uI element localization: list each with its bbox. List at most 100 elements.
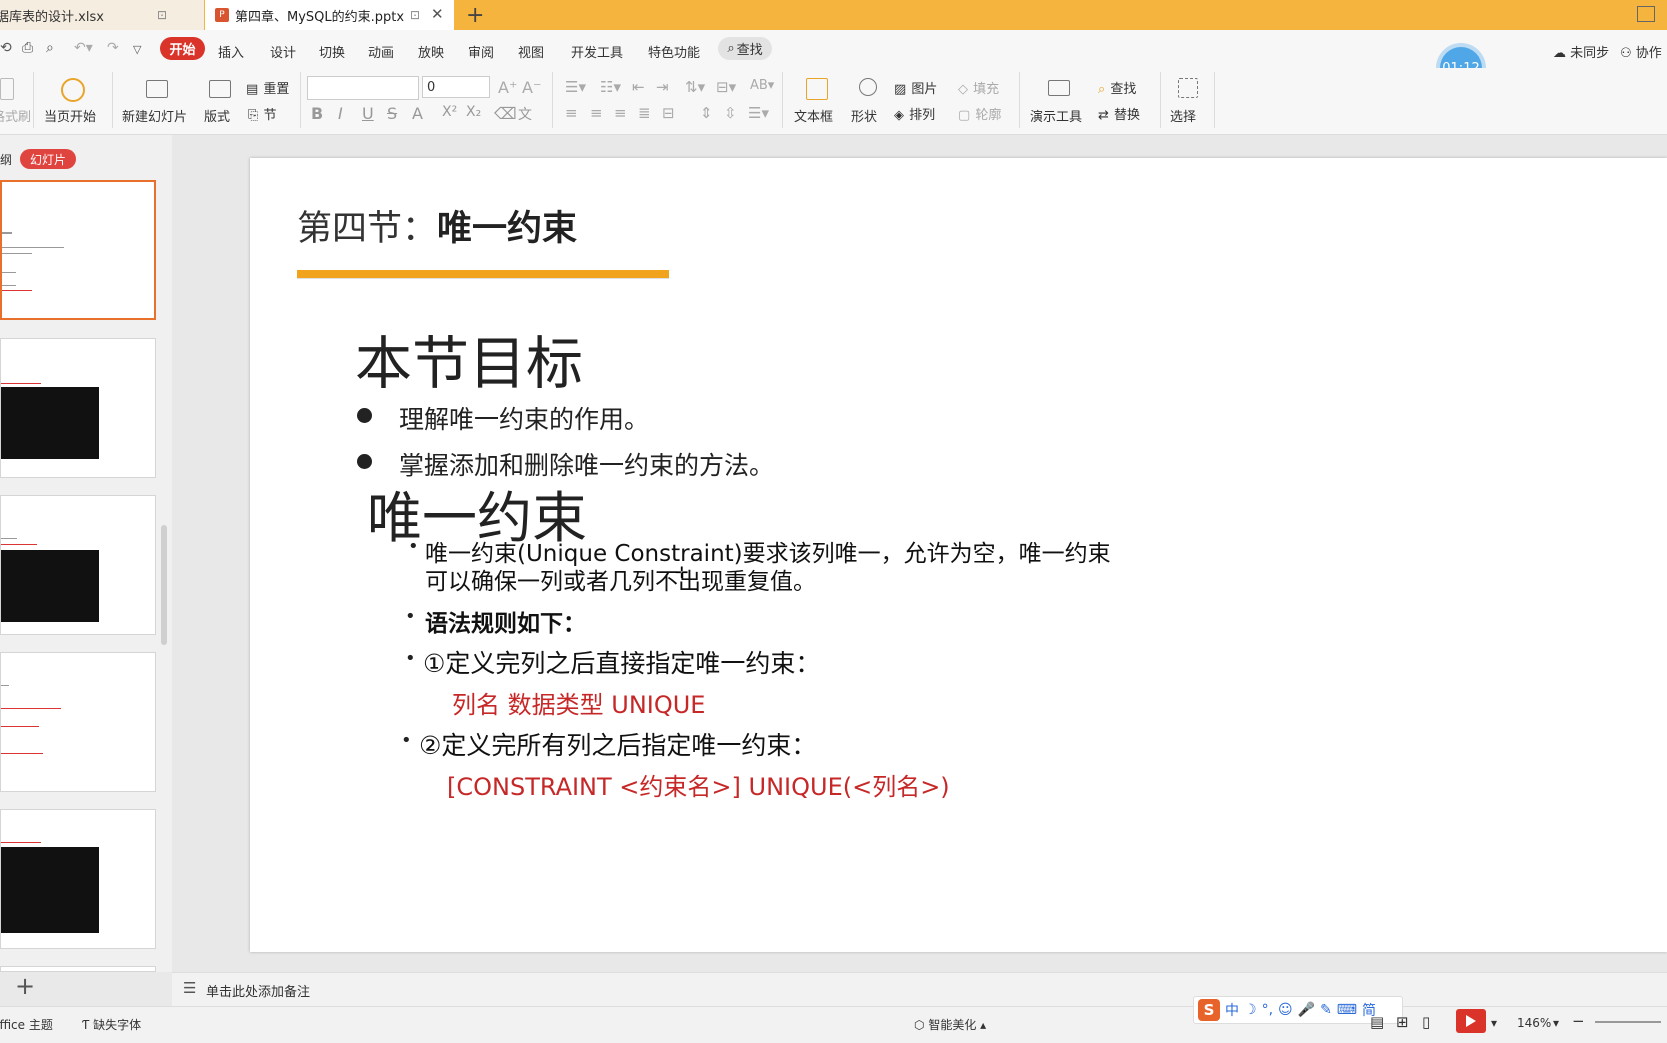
- menu-tab-developer[interactable]: 开发工具: [571, 42, 623, 61]
- ime-mode-chinese[interactable]: 中: [1225, 1000, 1239, 1020]
- presentation-tools-button[interactable]: 演示工具: [1028, 76, 1088, 126]
- font-size-select[interactable]: 0: [422, 76, 490, 98]
- zoom-chevron-icon[interactable]: ▾: [1553, 1016, 1559, 1030]
- layout-button[interactable]: 版式: [202, 76, 236, 126]
- replace-button[interactable]: ⇄ 替换: [1098, 104, 1154, 124]
- sorter-view-icon[interactable]: ⊞: [1396, 1013, 1409, 1031]
- pin-icon[interactable]: ⊡: [410, 8, 420, 22]
- fill-button[interactable]: ◇ 填充: [958, 78, 1014, 98]
- rule-1[interactable]: ①定义完列之后直接指定唯一约束：: [423, 644, 820, 680]
- slide-thumbnail-1[interactable]: [0, 180, 156, 320]
- keyboard-icon[interactable]: ⌨: [1337, 1002, 1357, 1018]
- zoom-level[interactable]: 146%: [1517, 1016, 1551, 1030]
- new-slide-button[interactable]: 新建幻灯片: [120, 76, 192, 126]
- add-slide-button[interactable]: +: [15, 972, 35, 1000]
- slide-thumbnail-3[interactable]: [0, 495, 156, 635]
- font-color-button[interactable]: A: [412, 104, 423, 123]
- print-icon[interactable]: ⎙: [22, 40, 33, 56]
- thumbnail-scrollbar[interactable]: [161, 525, 167, 645]
- syntax-heading[interactable]: 语法规则如下：: [425, 604, 586, 638]
- align-center-icon[interactable]: ≡: [590, 104, 603, 122]
- pin-icon[interactable]: ⊡: [157, 8, 167, 22]
- underline-button[interactable]: U: [362, 104, 374, 123]
- print-preview-icon[interactable]: ⌕: [46, 40, 54, 56]
- theme-label[interactable]: Office 主题: [0, 1016, 53, 1033]
- emoji-icon[interactable]: ☺: [1278, 1002, 1293, 1018]
- goals-heading[interactable]: 本节目标: [355, 318, 583, 400]
- reading-view-icon[interactable]: ▯: [1422, 1013, 1430, 1031]
- punctuation-icon[interactable]: °,: [1262, 1002, 1273, 1018]
- smart-beautify-button[interactable]: ⬡ 智能美化 ▴: [914, 1016, 986, 1033]
- notes-placeholder[interactable]: 单击此处添加备注: [206, 981, 310, 1000]
- bold-button[interactable]: B: [311, 104, 323, 123]
- reset-button[interactable]: ▤ 重置: [246, 78, 296, 98]
- align-right-icon[interactable]: ≡: [614, 104, 627, 122]
- description-line-2[interactable]: 可以确保一列或者几列不出现重复值。: [425, 562, 816, 596]
- numbered-list-icon[interactable]: ☷▾: [600, 78, 621, 96]
- cloud-sync-status[interactable]: ☁ 未同步: [1553, 42, 1609, 61]
- moon-icon[interactable]: ☽: [1244, 1002, 1257, 1018]
- arrange-button[interactable]: ◈ 排列: [894, 104, 952, 124]
- tab-ppt-file[interactable]: P 第四章、MySQL的约束.pptx ⊡ ✕: [205, 0, 454, 30]
- decrease-font-icon[interactable]: A⁻: [522, 78, 541, 97]
- line-spacing-options-icon[interactable]: ☰▾: [748, 104, 769, 122]
- slideshow-play-button[interactable]: [1456, 1009, 1486, 1033]
- italic-button[interactable]: I: [338, 104, 343, 123]
- undo-history-icon[interactable]: ⟲: [0, 40, 12, 56]
- format-painter-button[interactable]: 格式刷: [0, 76, 31, 126]
- normal-view-icon[interactable]: ▤: [1370, 1013, 1384, 1031]
- select-button[interactable]: 选择: [1168, 76, 1208, 126]
- search-button[interactable]: ⌕ 查找: [718, 37, 772, 60]
- zoom-slider[interactable]: [1595, 1021, 1661, 1023]
- menu-tab-view[interactable]: 视图: [518, 42, 544, 61]
- menu-tab-review[interactable]: 审阅: [468, 42, 494, 61]
- textbox-button[interactable]: 文本框: [792, 76, 840, 126]
- font-family-select[interactable]: [307, 76, 419, 100]
- microphone-icon[interactable]: 🎤: [1298, 1002, 1315, 1018]
- align-left-icon[interactable]: ≡: [565, 104, 578, 122]
- superscript-button[interactable]: X²: [442, 104, 457, 120]
- pen-icon[interactable]: ✎: [1320, 1002, 1332, 1018]
- notes-bar[interactable]: [172, 972, 1667, 1007]
- find-button[interactable]: ⌕ 查找: [1098, 78, 1148, 98]
- tab-excel-file[interactable]: 据库表的设计.xlsx ⊡: [0, 0, 204, 30]
- char-spacing-icon[interactable]: AB▾: [750, 78, 774, 93]
- rule-2[interactable]: ②定义完所有列之后指定唯一约束：: [419, 726, 816, 762]
- clear-format-icon[interactable]: ⌫: [494, 104, 517, 123]
- menu-tab-insert[interactable]: 插入: [218, 42, 244, 61]
- subscript-button[interactable]: X₂: [466, 104, 481, 120]
- phonetic-icon[interactable]: 文: [518, 104, 532, 124]
- para-spacing-icon[interactable]: ⇳: [724, 104, 737, 122]
- slide-thumbnail-2[interactable]: [0, 338, 156, 478]
- customize-icon[interactable]: ▽: [133, 43, 141, 56]
- columns-icon[interactable]: ⊟▾: [716, 78, 736, 96]
- menu-tab-animations[interactable]: 动画: [368, 42, 394, 61]
- distribute-icon[interactable]: ⊟: [662, 104, 675, 122]
- menu-tab-home[interactable]: 开始: [160, 37, 205, 60]
- undo-icon[interactable]: ↶▾: [74, 40, 93, 56]
- outline-tab[interactable]: 纲: [0, 151, 12, 168]
- justify-icon[interactable]: ≣: [638, 104, 651, 122]
- shape-button[interactable]: 形状: [849, 76, 887, 126]
- decrease-indent-icon[interactable]: ⇤: [632, 78, 645, 96]
- collaborate-button[interactable]: ⚇ 协作: [1620, 42, 1662, 61]
- menu-tab-design[interactable]: 设计: [270, 42, 296, 61]
- rule-1-code[interactable]: 列名 数据类型 UNIQUE: [452, 685, 705, 720]
- text-direction-icon[interactable]: ⇅▾: [685, 78, 705, 96]
- close-icon[interactable]: ✕: [431, 5, 444, 23]
- start-current-slide-button[interactable]: 当页开始: [42, 76, 104, 126]
- slide-thumbnail-5[interactable]: [0, 809, 156, 949]
- slide-thumbnail-4[interactable]: [0, 652, 156, 792]
- slides-tab[interactable]: 幻灯片: [20, 149, 76, 169]
- play-options-chevron-icon[interactable]: ▾: [1491, 1016, 1497, 1030]
- menu-tab-features[interactable]: 特色功能: [648, 42, 700, 61]
- missing-font-button[interactable]: Ƭ 缺失字体: [82, 1016, 141, 1033]
- zoom-out-icon[interactable]: −: [1572, 1012, 1585, 1030]
- increase-indent-icon[interactable]: ⇥: [656, 78, 669, 96]
- picture-button[interactable]: ▨ 图片: [894, 78, 952, 98]
- menu-tab-slideshow[interactable]: 放映: [418, 42, 444, 61]
- rule-2-code[interactable]: [CONSTRAINT <约束名>] UNIQUE(<列名>): [447, 767, 950, 802]
- line-spacing-icon[interactable]: ⇕: [700, 104, 713, 122]
- strikethrough-button[interactable]: S: [387, 104, 397, 123]
- outline-button[interactable]: ▢ 轮廓: [958, 104, 1014, 124]
